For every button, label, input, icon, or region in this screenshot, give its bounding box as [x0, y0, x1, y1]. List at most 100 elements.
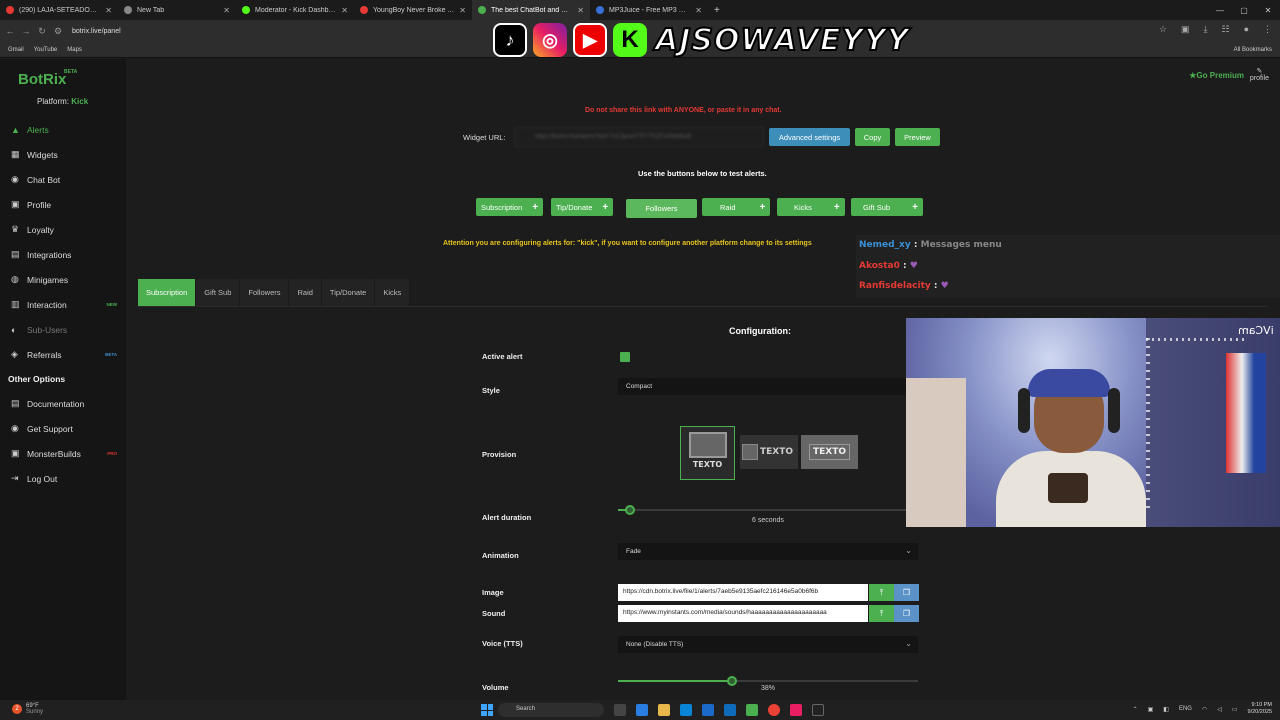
sidebar-item-minigames[interactable]: ◍ Minigames: [0, 267, 126, 292]
browser-tab[interactable]: Moderator - Kick Dashboard ✕: [236, 0, 354, 20]
test-followers-button[interactable]: Followers: [626, 199, 697, 218]
browser-tab[interactable]: (290) LAJA-SETEADORA(Video✕: [0, 0, 118, 20]
widget-url-field[interactable]: https://botrix.live/alerts?bid=7xC3pxwYT…: [514, 127, 764, 147]
avatar[interactable]: ●: [1244, 24, 1249, 35]
browser-tab[interactable]: The best ChatBot and Widgets✕: [472, 0, 590, 20]
tab-tip-donate[interactable]: Tip/Donate: [321, 279, 376, 306]
all-bookmarks[interactable]: All Bookmarks: [1234, 47, 1272, 53]
gallery-icon[interactable]: ❐: [894, 605, 919, 622]
tiktok-app-icon[interactable]: [790, 704, 802, 716]
copy-button[interactable]: Copy: [855, 128, 890, 146]
sidebar-item-integrations[interactable]: ▤ Integrations: [0, 242, 126, 267]
sidebar-item-profile[interactable]: ▣ Profile: [0, 192, 126, 217]
preview-button[interactable]: Preview: [895, 128, 940, 146]
tray-app-icon[interactable]: ◧: [1163, 706, 1169, 713]
test-raid-button[interactable]: Raid +: [702, 198, 771, 216]
weather-widget[interactable]: 2 69°F Sunny: [12, 703, 43, 715]
reload-icon[interactable]: ↻: [36, 26, 48, 37]
sidebar-item-sub-users[interactable]: ◐ Sub-Users: [0, 317, 126, 342]
star-icon[interactable]: ☆: [1159, 24, 1167, 35]
sidebar-item-alerts[interactable]: ▲ Alerts: [0, 117, 126, 142]
store-icon[interactable]: [702, 704, 714, 716]
language-indicator[interactable]: ENG: [1179, 706, 1192, 712]
excel-icon[interactable]: [746, 704, 758, 716]
edge-icon[interactable]: [680, 704, 692, 716]
close-tab-icon[interactable]: ✕: [695, 6, 702, 15]
sidebar-item-documentation[interactable]: ▤ Documentation: [0, 391, 126, 416]
close-tab-icon[interactable]: ✕: [459, 6, 466, 15]
bookmark-gmail[interactable]: Gmail: [8, 47, 24, 53]
upload-icon[interactable]: ⤒: [869, 584, 894, 601]
sidebar-item-widgets[interactable]: ▦ Widgets: [0, 142, 126, 167]
provision-option-text[interactable]: TEXTO: [801, 435, 858, 469]
chrome-icon[interactable]: [768, 704, 780, 716]
browser-tab[interactable]: YoungBoy Never Broke Again✕: [354, 0, 472, 20]
slider-handle[interactable]: [625, 505, 635, 515]
close-tab-icon[interactable]: ✕: [577, 6, 584, 15]
extensions-icon[interactable]: ▣: [1181, 24, 1190, 35]
sidebar-item-interaction[interactable]: ▥ Interaction NEW: [0, 292, 126, 317]
tab-followers[interactable]: Followers: [240, 279, 290, 306]
test-subscription-button[interactable]: Subscription +: [476, 198, 544, 216]
style-select[interactable]: Compact: [618, 378, 918, 395]
animation-select[interactable]: Fade ⌄: [618, 543, 918, 560]
profile-link[interactable]: ✎ profile: [1250, 67, 1269, 82]
tray-app-icon[interactable]: ▣: [1148, 706, 1154, 713]
app-icon[interactable]: [812, 704, 824, 716]
browser-tab[interactable]: MP3Juice - Free MP3 Downlo✕: [590, 0, 708, 20]
test-tip-button[interactable]: Tip/Donate +: [551, 198, 614, 216]
taskbar-search[interactable]: Search: [498, 703, 604, 717]
tab-gift-sub[interactable]: Gift Sub: [196, 279, 241, 306]
site-info-icon[interactable]: ⚙: [52, 26, 64, 37]
chevron-up-icon[interactable]: ⌃: [1133, 706, 1138, 713]
alert-duration-slider[interactable]: [618, 505, 918, 515]
volume-slider[interactable]: [618, 676, 918, 686]
tab-kicks[interactable]: Kicks: [375, 279, 411, 306]
slider-handle[interactable]: [727, 676, 737, 686]
sidebar-item-referrals[interactable]: ◈ Referrals BETA: [0, 342, 126, 367]
download-icon[interactable]: ⤓: [1204, 24, 1208, 35]
test-kicks-button[interactable]: Kicks +: [777, 198, 845, 216]
gallery-icon[interactable]: ❐: [894, 584, 919, 601]
outlook-icon[interactable]: [724, 704, 736, 716]
back-icon[interactable]: ←: [4, 26, 16, 36]
forward-icon[interactable]: →: [20, 26, 32, 36]
bookmark-youtube[interactable]: YouTube: [34, 47, 58, 53]
sound-url-input[interactable]: https://www.myinstants.com/media/sounds/…: [618, 605, 868, 622]
copilot-icon[interactable]: [636, 704, 648, 716]
sidebar-item-log-out[interactable]: ⇥ Log Out: [0, 466, 126, 491]
task-view-icon[interactable]: [614, 704, 626, 716]
tab-raid[interactable]: Raid: [289, 279, 322, 306]
sidebar-item-monsterbuilds[interactable]: ▣ MonsterBuilds PRO: [0, 441, 126, 466]
voice-select[interactable]: None (Disable TTS) ⌄: [618, 636, 918, 653]
more-icon[interactable]: ⋮: [1263, 24, 1272, 35]
clock[interactable]: 9:10 PM 9/20/2025: [1248, 702, 1272, 716]
new-tab-icon[interactable]: +: [708, 5, 726, 16]
advanced-settings-button[interactable]: Advanced settings: [769, 128, 850, 146]
provision-option-stacked[interactable]: TEXTO: [680, 426, 735, 480]
image-url-input[interactable]: https://cdn.botrix.live/file/1/alerts/7a…: [618, 584, 868, 601]
tab-subscription[interactable]: Subscription: [138, 279, 197, 306]
sidebar-item-loyalty[interactable]: ♛ Loyalty: [0, 217, 126, 242]
provision-option-side[interactable]: TEXTO: [740, 435, 798, 469]
volume-icon[interactable]: ◁: [1217, 706, 1222, 713]
test-giftsub-button[interactable]: Gift Sub +: [851, 198, 923, 216]
upload-icon[interactable]: ⤒: [869, 605, 894, 622]
bookmark-maps[interactable]: Maps: [67, 47, 82, 53]
start-icon[interactable]: [481, 704, 493, 716]
settings-icon[interactable]: ☷: [1221, 24, 1229, 35]
active-alert-checkbox[interactable]: [620, 352, 630, 362]
close-tab-icon[interactable]: ✕: [105, 6, 112, 15]
sidebar-item-get-support[interactable]: ◉ Get Support: [0, 416, 126, 441]
go-premium-link[interactable]: ★Go Premium: [1189, 71, 1244, 80]
file-explorer-icon[interactable]: [658, 704, 670, 716]
minimize-icon[interactable]: —: [1208, 6, 1232, 15]
sidebar-item-chat-bot[interactable]: ◉ Chat Bot: [0, 167, 126, 192]
wifi-icon[interactable]: ◠: [1202, 706, 1207, 713]
browser-tab[interactable]: New Tab ✕: [118, 0, 236, 20]
url-input[interactable]: botrix.live/panel: [72, 23, 542, 39]
maximize-icon[interactable]: ▢: [1232, 6, 1256, 15]
battery-icon[interactable]: ▭: [1232, 706, 1238, 713]
close-icon[interactable]: ✕: [1256, 6, 1280, 15]
close-tab-icon[interactable]: ✕: [223, 6, 230, 15]
